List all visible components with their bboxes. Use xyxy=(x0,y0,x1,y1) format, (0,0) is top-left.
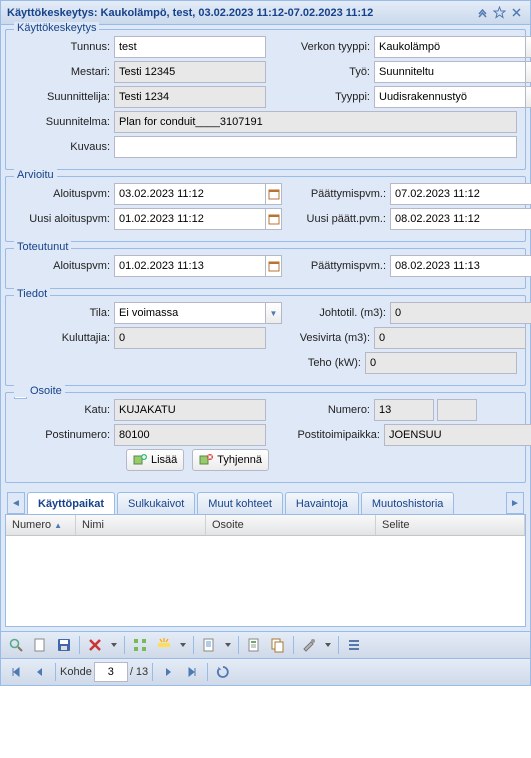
fieldset-osoite: ▲ Osoite Katu: Numero: Postinumero: xyxy=(5,392,526,483)
col-osoite[interactable]: Osoite xyxy=(206,515,376,535)
tyo-combo[interactable] xyxy=(374,61,525,83)
tab-strip: ◄ Käyttöpaikat Sulkukaivot Muut kohteet … xyxy=(5,489,526,515)
favorite-icon[interactable] xyxy=(492,5,507,20)
fieldset-arvioitu: Arvioitu Aloituspvm: Päättymispvm.: Uusi… xyxy=(5,176,526,242)
tab-muutoshistoria[interactable]: Muutoshistoria xyxy=(361,492,455,514)
chevron-down-icon[interactable]: ▼ xyxy=(265,302,282,324)
postinumero-input xyxy=(114,424,266,446)
zoom-icon[interactable] xyxy=(129,634,151,656)
katu-input xyxy=(114,399,266,421)
numero2-input xyxy=(437,399,477,421)
tab-havaintoja[interactable]: Havaintoja xyxy=(285,492,359,514)
pager-label: Kohde xyxy=(60,666,92,678)
dropdown-icon[interactable] xyxy=(108,634,120,656)
col-selite[interactable]: Selite xyxy=(376,515,525,535)
toimipaikka-input xyxy=(384,424,531,446)
refresh-icon[interactable] xyxy=(212,661,234,683)
tab-muut-kohteet[interactable]: Muut kohteet xyxy=(197,492,283,514)
search-icon[interactable] xyxy=(5,634,27,656)
add-map-icon xyxy=(133,453,147,467)
suunnittelija-input[interactable] xyxy=(114,86,266,108)
uusi-paatty-date[interactable] xyxy=(390,208,531,230)
pager: Kohde / 13 xyxy=(1,658,530,685)
calendar-icon[interactable] xyxy=(265,208,282,230)
tab-scroll-right[interactable]: ► xyxy=(506,492,524,514)
copy-icon[interactable] xyxy=(267,634,289,656)
last-page-icon[interactable] xyxy=(181,661,203,683)
toolbar xyxy=(1,631,530,658)
tot-aloitus-date[interactable] xyxy=(114,255,265,277)
new-icon[interactable] xyxy=(29,634,51,656)
page-input[interactable] xyxy=(94,662,128,682)
collapse-icon[interactable] xyxy=(475,5,490,20)
verkko-combo[interactable] xyxy=(374,36,525,58)
tab-sulkukaivot[interactable]: Sulkukaivot xyxy=(117,492,195,514)
pager-total: / 13 xyxy=(130,666,148,678)
tyhjenna-button[interactable]: Tyhjennä xyxy=(192,449,269,471)
grid: Numero▲ Nimi Osoite Selite xyxy=(5,515,526,627)
tila-combo[interactable] xyxy=(114,302,265,324)
numero-input xyxy=(374,399,434,421)
mestari-input[interactable] xyxy=(114,61,266,83)
johtotil-input xyxy=(390,302,531,324)
save-icon[interactable] xyxy=(53,634,75,656)
report-icon[interactable] xyxy=(198,634,220,656)
suunnitelma-input[interactable] xyxy=(114,111,517,133)
lisaa-button[interactable]: Lisää xyxy=(126,449,184,471)
close-icon[interactable] xyxy=(509,5,524,20)
sort-asc-icon: ▲ xyxy=(54,521,62,530)
fieldset-tiedot: Tiedot Tila: ▼ Johtotil. (m3): Kuluttaji… xyxy=(5,295,526,386)
list-icon[interactable] xyxy=(343,634,365,656)
next-page-icon[interactable] xyxy=(157,661,179,683)
uusi-aloitus-date[interactable] xyxy=(114,208,265,230)
calendar-icon[interactable] xyxy=(265,183,282,205)
kuvaus-input[interactable] xyxy=(114,136,517,158)
tot-paatty-date[interactable] xyxy=(390,255,531,277)
col-numero[interactable]: Numero▲ xyxy=(6,515,76,535)
tyyppi-combo[interactable] xyxy=(374,86,525,108)
clear-map-icon xyxy=(199,453,213,467)
vesivirta-input xyxy=(374,327,526,349)
tab-kayttopaikat[interactable]: Käyttöpaikat xyxy=(27,492,115,514)
tab-scroll-left[interactable]: ◄ xyxy=(7,492,25,514)
chevron-down-icon[interactable]: ▼ xyxy=(525,86,531,108)
highlight-icon[interactable] xyxy=(153,634,175,656)
chevron-down-icon[interactable]: ▼ xyxy=(525,61,531,83)
settings-icon[interactable] xyxy=(298,634,320,656)
first-page-icon[interactable] xyxy=(5,661,27,683)
tunnus-input[interactable] xyxy=(114,36,266,58)
grid-body xyxy=(6,536,525,626)
dropdown-icon[interactable] xyxy=(222,634,234,656)
delete-icon[interactable] xyxy=(84,634,106,656)
kuluttajia-input xyxy=(114,327,266,349)
fieldset-toteutunut: Toteutunut Aloituspvm: Päättymispvm.: xyxy=(5,248,526,289)
dropdown-icon[interactable] xyxy=(177,634,189,656)
chevron-down-icon[interactable]: ▼ xyxy=(525,36,531,58)
teho-input xyxy=(365,352,517,374)
aloitus-date[interactable] xyxy=(114,183,265,205)
paatty-date[interactable] xyxy=(390,183,531,205)
fieldset-kayttokeskeytys: Käyttökeskeytys Tunnus: Verkon tyyppi: ▼… xyxy=(5,29,526,170)
prev-page-icon[interactable] xyxy=(29,661,51,683)
panel-title: Käyttökeskeytys: Kaukolämpö, test, 03.02… xyxy=(7,7,475,19)
form-icon[interactable] xyxy=(243,634,265,656)
dropdown-icon[interactable] xyxy=(322,634,334,656)
col-nimi[interactable]: Nimi xyxy=(76,515,206,535)
calendar-icon[interactable] xyxy=(265,255,282,277)
